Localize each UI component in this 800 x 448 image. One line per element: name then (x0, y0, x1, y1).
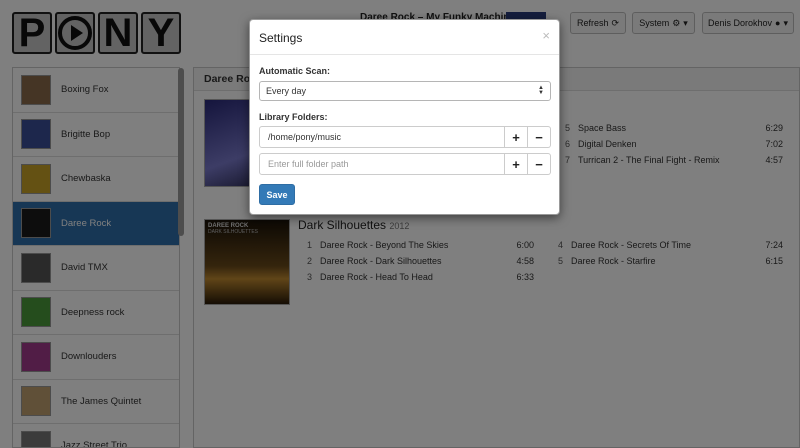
settings-modal: Settings × Automatic Scan: Every day ▲ ▼ … (249, 19, 560, 215)
new-folder-input[interactable]: Enter full folder path (259, 153, 505, 175)
modal-title: Settings (259, 31, 303, 45)
automatic-scan-value: Every day (266, 86, 307, 96)
folder-path-field[interactable]: /home/pony/music (259, 126, 505, 148)
add-folder-button[interactable]: + (505, 153, 528, 175)
close-icon[interactable]: × (542, 29, 550, 42)
automatic-scan-select[interactable]: Every day ▲ ▼ (259, 81, 551, 101)
remove-folder-button[interactable]: − (528, 153, 551, 175)
select-arrows-icon: ▲ ▼ (538, 85, 544, 96)
modal-header: Settings × (250, 20, 559, 55)
add-folder-button[interactable]: + (505, 126, 528, 148)
remove-folder-button[interactable]: − (528, 126, 551, 148)
folder-row: /home/pony/music + − (259, 126, 551, 148)
new-folder-row: Enter full folder path + − (259, 153, 551, 175)
library-folders-label: Library Folders: (259, 112, 328, 122)
save-button[interactable]: Save (259, 184, 295, 205)
automatic-scan-label: Automatic Scan: (259, 66, 331, 76)
